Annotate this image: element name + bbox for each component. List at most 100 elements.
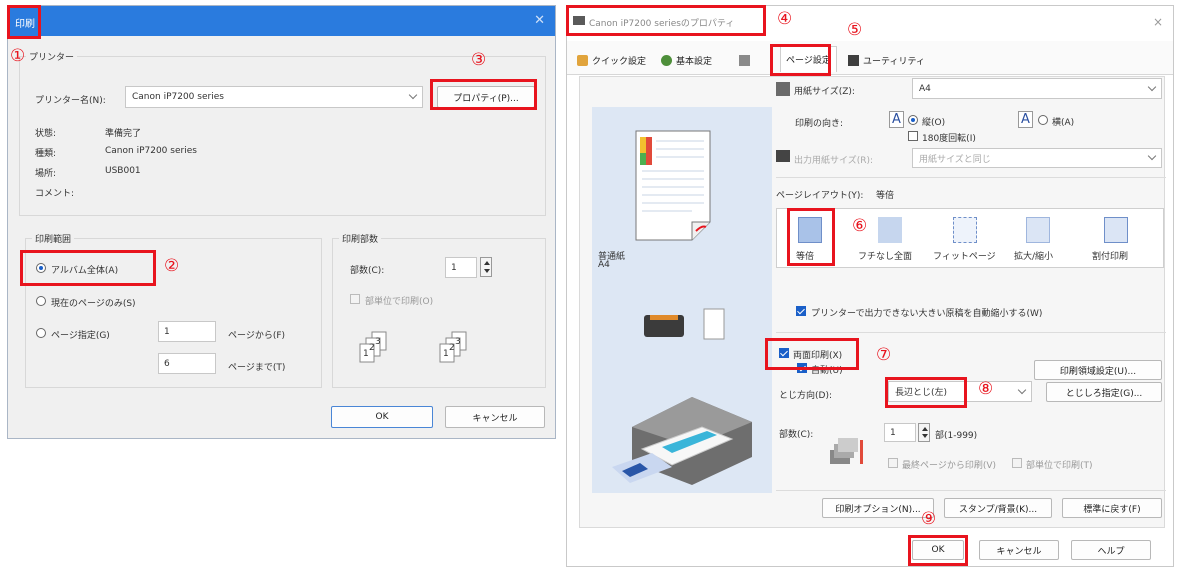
copies-input[interactable]: 1 <box>445 257 477 278</box>
divider <box>776 332 1166 333</box>
highlight-props-title <box>566 5 766 36</box>
collate-label: 部単位で印刷(O) <box>365 297 434 307</box>
radio-page-range-label: ページ指定(G) <box>51 331 110 341</box>
copies-input[interactable]: 1 <box>884 423 916 442</box>
quick-setup-icon <box>577 54 588 66</box>
page-preview-icon <box>635 130 711 241</box>
borderless-icon <box>878 217 902 243</box>
last-page-first-label: 最終ページから印刷(V) <box>902 461 996 471</box>
output-size-value: 用紙サイズと同じ <box>919 154 991 165</box>
layout-fit-page-label: フィットページ <box>933 252 996 262</box>
comment-label: コメント: <box>35 189 75 199</box>
page-layout-icon <box>1104 217 1128 243</box>
svg-text:2: 2 <box>449 343 455 353</box>
ok-button[interactable]: OK <box>331 406 433 428</box>
binding-margin-button[interactable]: とじしろ指定(G)... <box>1046 382 1162 402</box>
svg-text:3: 3 <box>455 337 461 347</box>
main-icon <box>661 54 672 66</box>
auto-reduce-checkbox[interactable] <box>796 306 806 316</box>
printer-group-label: プリンター <box>26 50 78 63</box>
print-options-button[interactable]: 印刷オプション(N)... <box>822 498 934 518</box>
binding-label: とじ方向(D): <box>779 391 832 401</box>
fit-page-icon <box>953 217 977 243</box>
chevron-down-icon <box>1147 151 1157 161</box>
cancel-button[interactable]: キャンセル <box>979 540 1059 560</box>
callout-9: ⑨ <box>921 509 937 529</box>
tab-quick-setup-label: クイック設定 <box>592 56 647 67</box>
copies-group-label: 印刷部数 <box>339 232 382 245</box>
collate-label: 部単位で印刷(T) <box>1026 461 1093 471</box>
tab-maintenance-label: ユーティリティ <box>863 56 925 67</box>
callout-7: ⑦ <box>876 345 892 365</box>
help-button[interactable]: ヘルプ <box>1071 540 1151 560</box>
paper-size-select[interactable]: A4 <box>912 78 1162 99</box>
svg-text:1: 1 <box>443 349 449 359</box>
tab-bar: クイック設定 基本設定 ページ設定 ユーティリティ <box>567 41 1173 75</box>
callout-5: ⑤ <box>847 20 863 40</box>
callout-3: ③ <box>471 50 487 70</box>
maintenance-icon <box>848 54 859 66</box>
radio-landscape-label: 横(A) <box>1052 118 1075 128</box>
radio-portrait-label: 縦(O) <box>922 118 946 128</box>
layout-option-borderless[interactable]: フチなし全面 <box>858 213 922 263</box>
page-layout-label: ページレイアウト(Y): <box>776 191 864 201</box>
highlight-binding <box>885 377 967 408</box>
auto-reduce-label: プリンターで出力できない大きい原稿を自動縮小する(W) <box>811 309 1043 319</box>
radio-current-page[interactable] <box>36 296 46 306</box>
highlight-normal-size <box>787 208 835 266</box>
callout-8: ⑧ <box>978 379 994 399</box>
output-size-label: 出力用紙サイズ(R): <box>794 156 874 166</box>
tab-main-label: 基本設定 <box>676 56 713 67</box>
page-to-input[interactable]: 6 <box>158 353 216 374</box>
paper-size-value: A4 <box>919 83 931 94</box>
divider <box>776 490 1166 491</box>
where-value: USB001 <box>105 166 141 176</box>
radio-page-range[interactable] <box>36 328 46 338</box>
output-size-select[interactable]: 用紙サイズと同じ <box>912 148 1162 168</box>
rotate-checkbox[interactable] <box>908 131 918 141</box>
close-icon[interactable]: × <box>1153 15 1163 29</box>
layout-option-fit-page[interactable]: フィットページ <box>933 213 997 263</box>
tab-maintenance[interactable]: ユーティリティ <box>848 49 925 71</box>
media-icons <box>644 308 725 340</box>
cancel-button[interactable]: キャンセル <box>445 406 545 428</box>
page-from-label: ページから(F) <box>228 331 286 341</box>
landscape-icon: A <box>1018 111 1033 128</box>
copies-spinner[interactable] <box>480 257 492 277</box>
svg-text:2: 2 <box>369 343 375 353</box>
layout-option-page-layout[interactable]: 割付印刷 <box>1086 213 1146 263</box>
highlight-ok-button <box>908 535 968 566</box>
copies-spinner[interactable] <box>918 423 930 442</box>
collate-checkbox[interactable] <box>350 294 360 304</box>
radio-current-page-label: 現在のページのみ(S) <box>51 299 136 309</box>
status-value: 準備完了 <box>105 129 142 139</box>
radio-portrait[interactable] <box>908 115 918 125</box>
callout-4: ④ <box>777 9 793 29</box>
tab-quick-setup[interactable]: クイック設定 <box>577 49 646 71</box>
preview-paper-size: A4 <box>598 260 610 270</box>
print-area-button[interactable]: 印刷領域設定(U)... <box>1034 360 1162 380</box>
last-page-first-checkbox[interactable] <box>888 458 898 468</box>
paper-size-icon <box>776 82 790 96</box>
tab-main[interactable]: 基本設定 <box>661 49 712 71</box>
rotate-label: 180度回転(I) <box>922 134 976 144</box>
paper-size-label: 用紙サイズ(Z): <box>794 87 855 97</box>
defaults-button[interactable]: 標準に戻す(F) <box>1062 498 1162 518</box>
layout-option-scaled[interactable]: 拡大/縮小 <box>1008 213 1068 263</box>
callout-2: ② <box>164 256 180 276</box>
printer-illustration-icon <box>612 397 752 485</box>
stamp-background-button[interactable]: スタンプ/背景(K)... <box>944 498 1052 518</box>
where-label: 場所: <box>35 169 57 179</box>
highlight-page-setup-tab <box>770 44 831 76</box>
printer-name-select[interactable]: Canon iP7200 series <box>125 86 423 108</box>
radio-landscape[interactable] <box>1038 115 1048 125</box>
collate-checkbox[interactable] <box>1012 458 1022 468</box>
page-from-input[interactable]: 1 <box>158 321 216 342</box>
svg-text:3: 3 <box>375 337 381 347</box>
layout-borderless-label: フチなし全面 <box>858 252 913 262</box>
highlight-print-title <box>7 5 41 39</box>
highlight-properties-button <box>430 79 537 110</box>
copies-stack-icon <box>830 438 863 464</box>
close-icon[interactable]: ✕ <box>534 13 545 28</box>
chevron-down-icon <box>408 90 418 100</box>
